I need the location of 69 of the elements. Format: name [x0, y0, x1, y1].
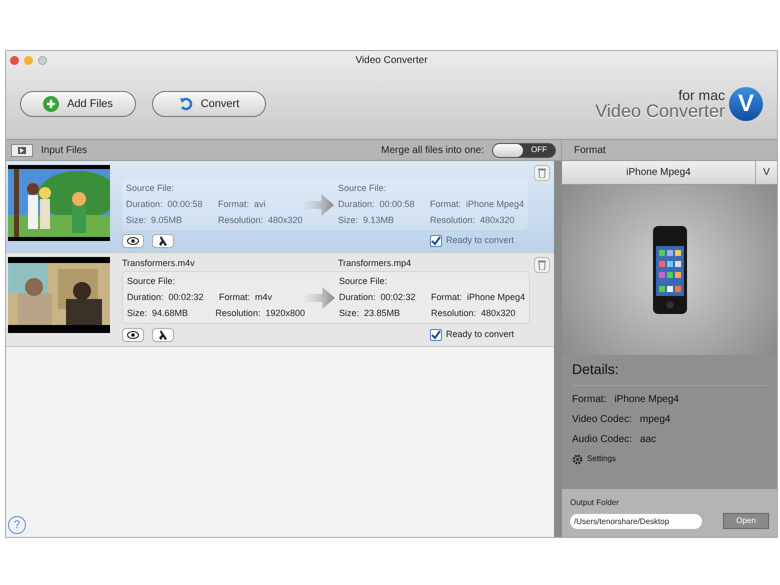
format-dropdown[interactable]: iPhone Mpeg4	[562, 161, 755, 184]
tools-icon	[158, 236, 168, 246]
preview-button[interactable]	[122, 234, 144, 248]
toggle-state: OFF	[530, 144, 548, 156]
duration-text: Duration: 00:00:58	[126, 199, 204, 210]
edit-button[interactable]	[152, 234, 174, 248]
resolution-text: Resolution: 480x320	[218, 215, 303, 226]
detail-label: Audio Codec:	[572, 433, 632, 447]
plus-icon	[43, 96, 60, 112]
settings-button[interactable]: Settings	[572, 453, 767, 465]
detail-value: mpeg4	[640, 413, 670, 427]
edit-button[interactable]	[152, 328, 174, 342]
convert-button[interactable]: Convert	[152, 91, 266, 117]
gear-icon	[572, 454, 583, 464]
merge-toggle[interactable]: OFF	[492, 142, 556, 158]
format-text: Format: m4v	[219, 292, 272, 303]
duration-text: Duration: 00:00:58	[338, 199, 416, 210]
close-button[interactable]	[10, 56, 19, 64]
resolution-text: Resolution: 480x320	[431, 308, 516, 319]
resolution-text: Resolution: 1920x800	[215, 308, 305, 319]
size-text: Size: 9.05MB	[126, 215, 184, 226]
file-row[interactable]	[6, 253, 554, 347]
merge-label: Merge all files into one:	[381, 144, 484, 158]
tools-icon	[158, 330, 168, 340]
size-text: Size: 9.13MB	[338, 215, 396, 226]
trash-icon	[538, 260, 546, 270]
duration-text: Duration: 00:02:32	[127, 292, 205, 303]
file-info-heading: Source File:	[338, 183, 388, 194]
format-text: Format: avi	[218, 199, 266, 210]
ready-label: Ready to convert	[446, 234, 514, 248]
ready-checkbox[interactable]	[430, 329, 442, 341]
input-files-label: Input Files	[41, 144, 88, 158]
logo-subtitle: for mac	[678, 88, 725, 102]
format-text: Format: iPhone Mpeg4	[431, 292, 526, 303]
file-row[interactable]: Source File: Duration: 00:00:58 Format: avi Size: 9.05MB Resolution: 480x320 Source File: Duration: 00:00:58 Format: iPhone Mpeg4 Size: 9.13MB Resolution: 480x320 Ready to convert	[6, 161, 554, 253]
window-title: Video Converter	[355, 54, 428, 68]
eye-icon	[127, 237, 139, 245]
duration-text: Duration: 00:02:32	[339, 292, 417, 303]
details-title: Details:	[572, 359, 767, 386]
source-file-name: Transformers.m4v	[122, 257, 196, 270]
help-button[interactable]: ?	[8, 516, 26, 534]
eye-icon	[127, 331, 139, 339]
output-file-name: Transformers.mp4	[338, 257, 412, 270]
delete-button[interactable]	[534, 257, 550, 273]
input-files-icon	[11, 144, 33, 156]
ready-label: Ready to convert	[446, 328, 514, 342]
preview-button[interactable]	[122, 328, 144, 342]
detail-label: Video Codec:	[572, 413, 632, 427]
format-text: Format: iPhone Mpeg4	[430, 199, 524, 210]
logo-title: Video Converter	[595, 102, 725, 120]
detail-value: iPhone Mpeg4	[614, 393, 679, 407]
resolution-text: Resolution: 480x320	[430, 215, 515, 226]
file-info-heading: Source File:	[126, 183, 176, 194]
format-label: Format	[573, 144, 606, 158]
output-path-field[interactable]: /Users/tenorshare/Desktop	[570, 514, 702, 528]
output-folder-label: Output Folder	[570, 497, 620, 509]
add-files-button[interactable]: Add Files	[20, 91, 136, 117]
size-text: Size: 23.85MB	[339, 308, 402, 319]
detail-value: aac	[640, 433, 656, 447]
size-text: Size: 94.68MB	[127, 308, 190, 319]
dropdown-toggle[interactable]: V	[755, 161, 777, 184]
file-info-heading: Source File:	[127, 276, 176, 287]
logo-mark: V	[729, 87, 763, 121]
refresh-icon	[178, 97, 193, 111]
delete-button[interactable]	[534, 165, 550, 181]
detail-label: Format:	[572, 393, 606, 407]
ready-checkbox[interactable]	[430, 235, 442, 247]
file-info-heading: Source File:	[339, 276, 388, 287]
trash-icon	[538, 168, 546, 178]
